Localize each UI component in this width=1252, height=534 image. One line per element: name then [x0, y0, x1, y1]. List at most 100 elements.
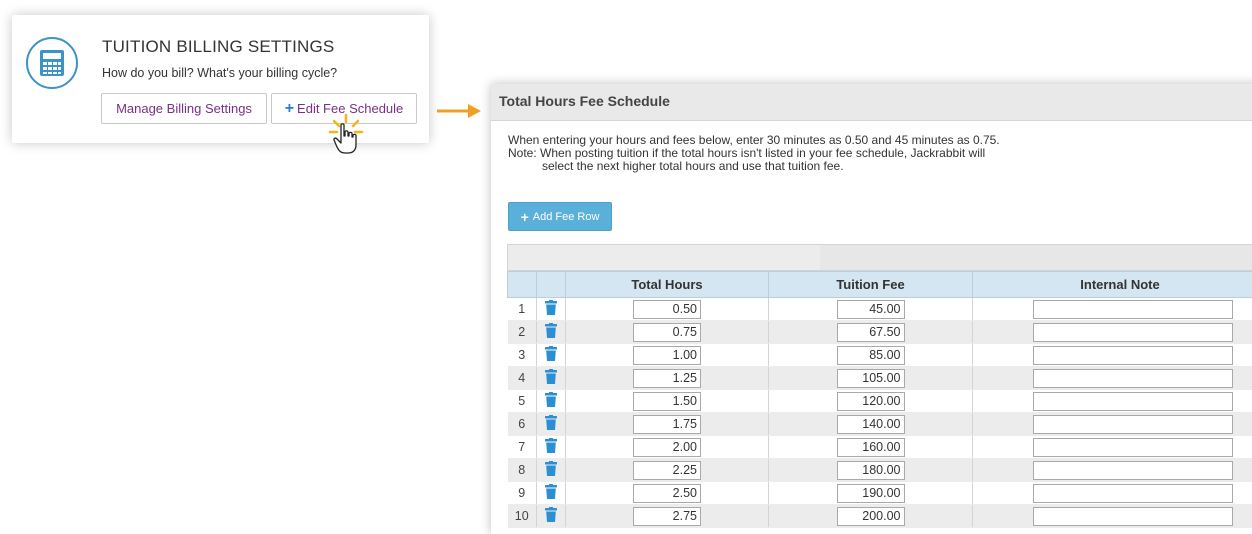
total-hours-cell	[566, 298, 769, 321]
internal-note-cell	[973, 413, 1252, 436]
tuition-fee-cell	[769, 298, 973, 321]
fee-table: Total Hours Tuition Fee Internal Note 12…	[507, 271, 1252, 528]
internal-note-input[interactable]	[1033, 346, 1233, 365]
trash-icon[interactable]	[545, 438, 557, 456]
tuition-fee-cell	[769, 367, 973, 390]
internal-note-input[interactable]	[1033, 415, 1233, 434]
total-hours-header[interactable]: Total Hours	[566, 272, 769, 298]
manage-billing-settings-button[interactable]: Manage Billing Settings	[101, 93, 267, 124]
instruction-line-3: select the next higher total hours and u…	[508, 160, 1000, 173]
tuition-fee-cell	[769, 344, 973, 367]
tuition-fee-input[interactable]	[837, 323, 905, 342]
tuition-fee-cell	[769, 390, 973, 413]
table-row: 10	[508, 505, 1252, 528]
row-number: 6	[508, 413, 537, 436]
internal-note-cell	[973, 459, 1252, 482]
tuition-fee-header[interactable]: Tuition Fee	[769, 272, 973, 298]
internal-note-input[interactable]	[1033, 392, 1233, 411]
card-subtitle: How do you bill? What's your billing cyc…	[102, 66, 337, 80]
trash-icon[interactable]	[545, 300, 557, 318]
tuition-fee-input[interactable]	[837, 507, 905, 526]
trash-icon[interactable]	[545, 461, 557, 479]
total-hours-input[interactable]	[633, 346, 701, 365]
internal-note-cell	[973, 505, 1252, 528]
tuition-fee-cell	[769, 436, 973, 459]
delete-row-button[interactable]	[537, 367, 566, 390]
row-number: 10	[508, 505, 537, 528]
tuition-fee-input[interactable]	[837, 438, 905, 457]
table-row: 2	[508, 321, 1252, 344]
delete-row-button[interactable]	[537, 413, 566, 436]
table-row: 7	[508, 436, 1252, 459]
row-number: 2	[508, 321, 537, 344]
delete-row-button[interactable]	[537, 459, 566, 482]
total-hours-input[interactable]	[633, 484, 701, 503]
tuition-fee-input[interactable]	[837, 484, 905, 503]
total-hours-cell	[566, 390, 769, 413]
internal-note-cell	[973, 482, 1252, 505]
internal-note-input[interactable]	[1033, 507, 1233, 526]
trash-icon[interactable]	[545, 346, 557, 364]
internal-note-input[interactable]	[1033, 461, 1233, 480]
tuition-billing-card: TUITION BILLING SETTINGS How do you bill…	[12, 15, 429, 143]
delete-row-button[interactable]	[537, 482, 566, 505]
total-hours-input[interactable]	[633, 507, 701, 526]
tuition-fee-input[interactable]	[837, 461, 905, 480]
tuition-fee-cell	[769, 321, 973, 344]
internal-note-input[interactable]	[1033, 484, 1233, 503]
trash-icon[interactable]	[545, 369, 557, 387]
delete-row-button[interactable]	[537, 321, 566, 344]
total-hours-cell	[566, 344, 769, 367]
row-number: 8	[508, 459, 537, 482]
tuition-fee-input[interactable]	[837, 369, 905, 388]
tuition-fee-cell	[769, 505, 973, 528]
internal-note-cell	[973, 367, 1252, 390]
delete-header	[537, 272, 566, 298]
calculator-icon	[26, 37, 78, 89]
total-hours-input[interactable]	[633, 369, 701, 388]
add-fee-row-button[interactable]: + Add Fee Row	[508, 202, 612, 231]
total-hours-input[interactable]	[633, 323, 701, 342]
total-hours-cell	[566, 413, 769, 436]
internal-note-input[interactable]	[1033, 369, 1233, 388]
tuition-fee-input[interactable]	[837, 346, 905, 365]
delete-row-button[interactable]	[537, 344, 566, 367]
total-hours-input[interactable]	[633, 461, 701, 480]
total-hours-cell	[566, 436, 769, 459]
fee-schedule-panel: Total Hours Fee Schedule When entering y…	[491, 84, 1252, 534]
delete-row-button[interactable]	[537, 390, 566, 413]
delete-row-button[interactable]	[537, 505, 566, 528]
tuition-fee-input[interactable]	[837, 300, 905, 319]
internal-note-header[interactable]: Internal Note	[973, 272, 1252, 298]
total-hours-cell	[566, 459, 769, 482]
tuition-fee-cell	[769, 413, 973, 436]
total-hours-input[interactable]	[633, 438, 701, 457]
trash-icon[interactable]	[545, 415, 557, 433]
trash-icon[interactable]	[545, 323, 557, 341]
row-number: 4	[508, 367, 537, 390]
trash-icon[interactable]	[545, 507, 557, 525]
total-hours-cell	[566, 367, 769, 390]
table-header-row: Total Hours Tuition Fee Internal Note	[508, 272, 1252, 298]
trash-icon[interactable]	[545, 484, 557, 502]
internal-note-input[interactable]	[1033, 438, 1233, 457]
row-number: 5	[508, 390, 537, 413]
trash-icon[interactable]	[545, 392, 557, 410]
row-number: 9	[508, 482, 537, 505]
total-hours-input[interactable]	[633, 392, 701, 411]
row-number-header	[508, 272, 537, 298]
grid-toolbar	[507, 244, 1252, 271]
delete-row-button[interactable]	[537, 436, 566, 459]
plus-icon: +	[285, 100, 294, 118]
internal-note-input[interactable]	[1033, 300, 1233, 319]
tuition-fee-input[interactable]	[837, 415, 905, 434]
total-hours-input[interactable]	[633, 415, 701, 434]
row-number: 1	[508, 298, 537, 321]
delete-row-button[interactable]	[537, 298, 566, 321]
tuition-fee-input[interactable]	[837, 392, 905, 411]
internal-note-cell	[973, 390, 1252, 413]
internal-note-input[interactable]	[1033, 323, 1233, 342]
internal-note-cell	[973, 344, 1252, 367]
table-row: 5	[508, 390, 1252, 413]
total-hours-input[interactable]	[633, 300, 701, 319]
